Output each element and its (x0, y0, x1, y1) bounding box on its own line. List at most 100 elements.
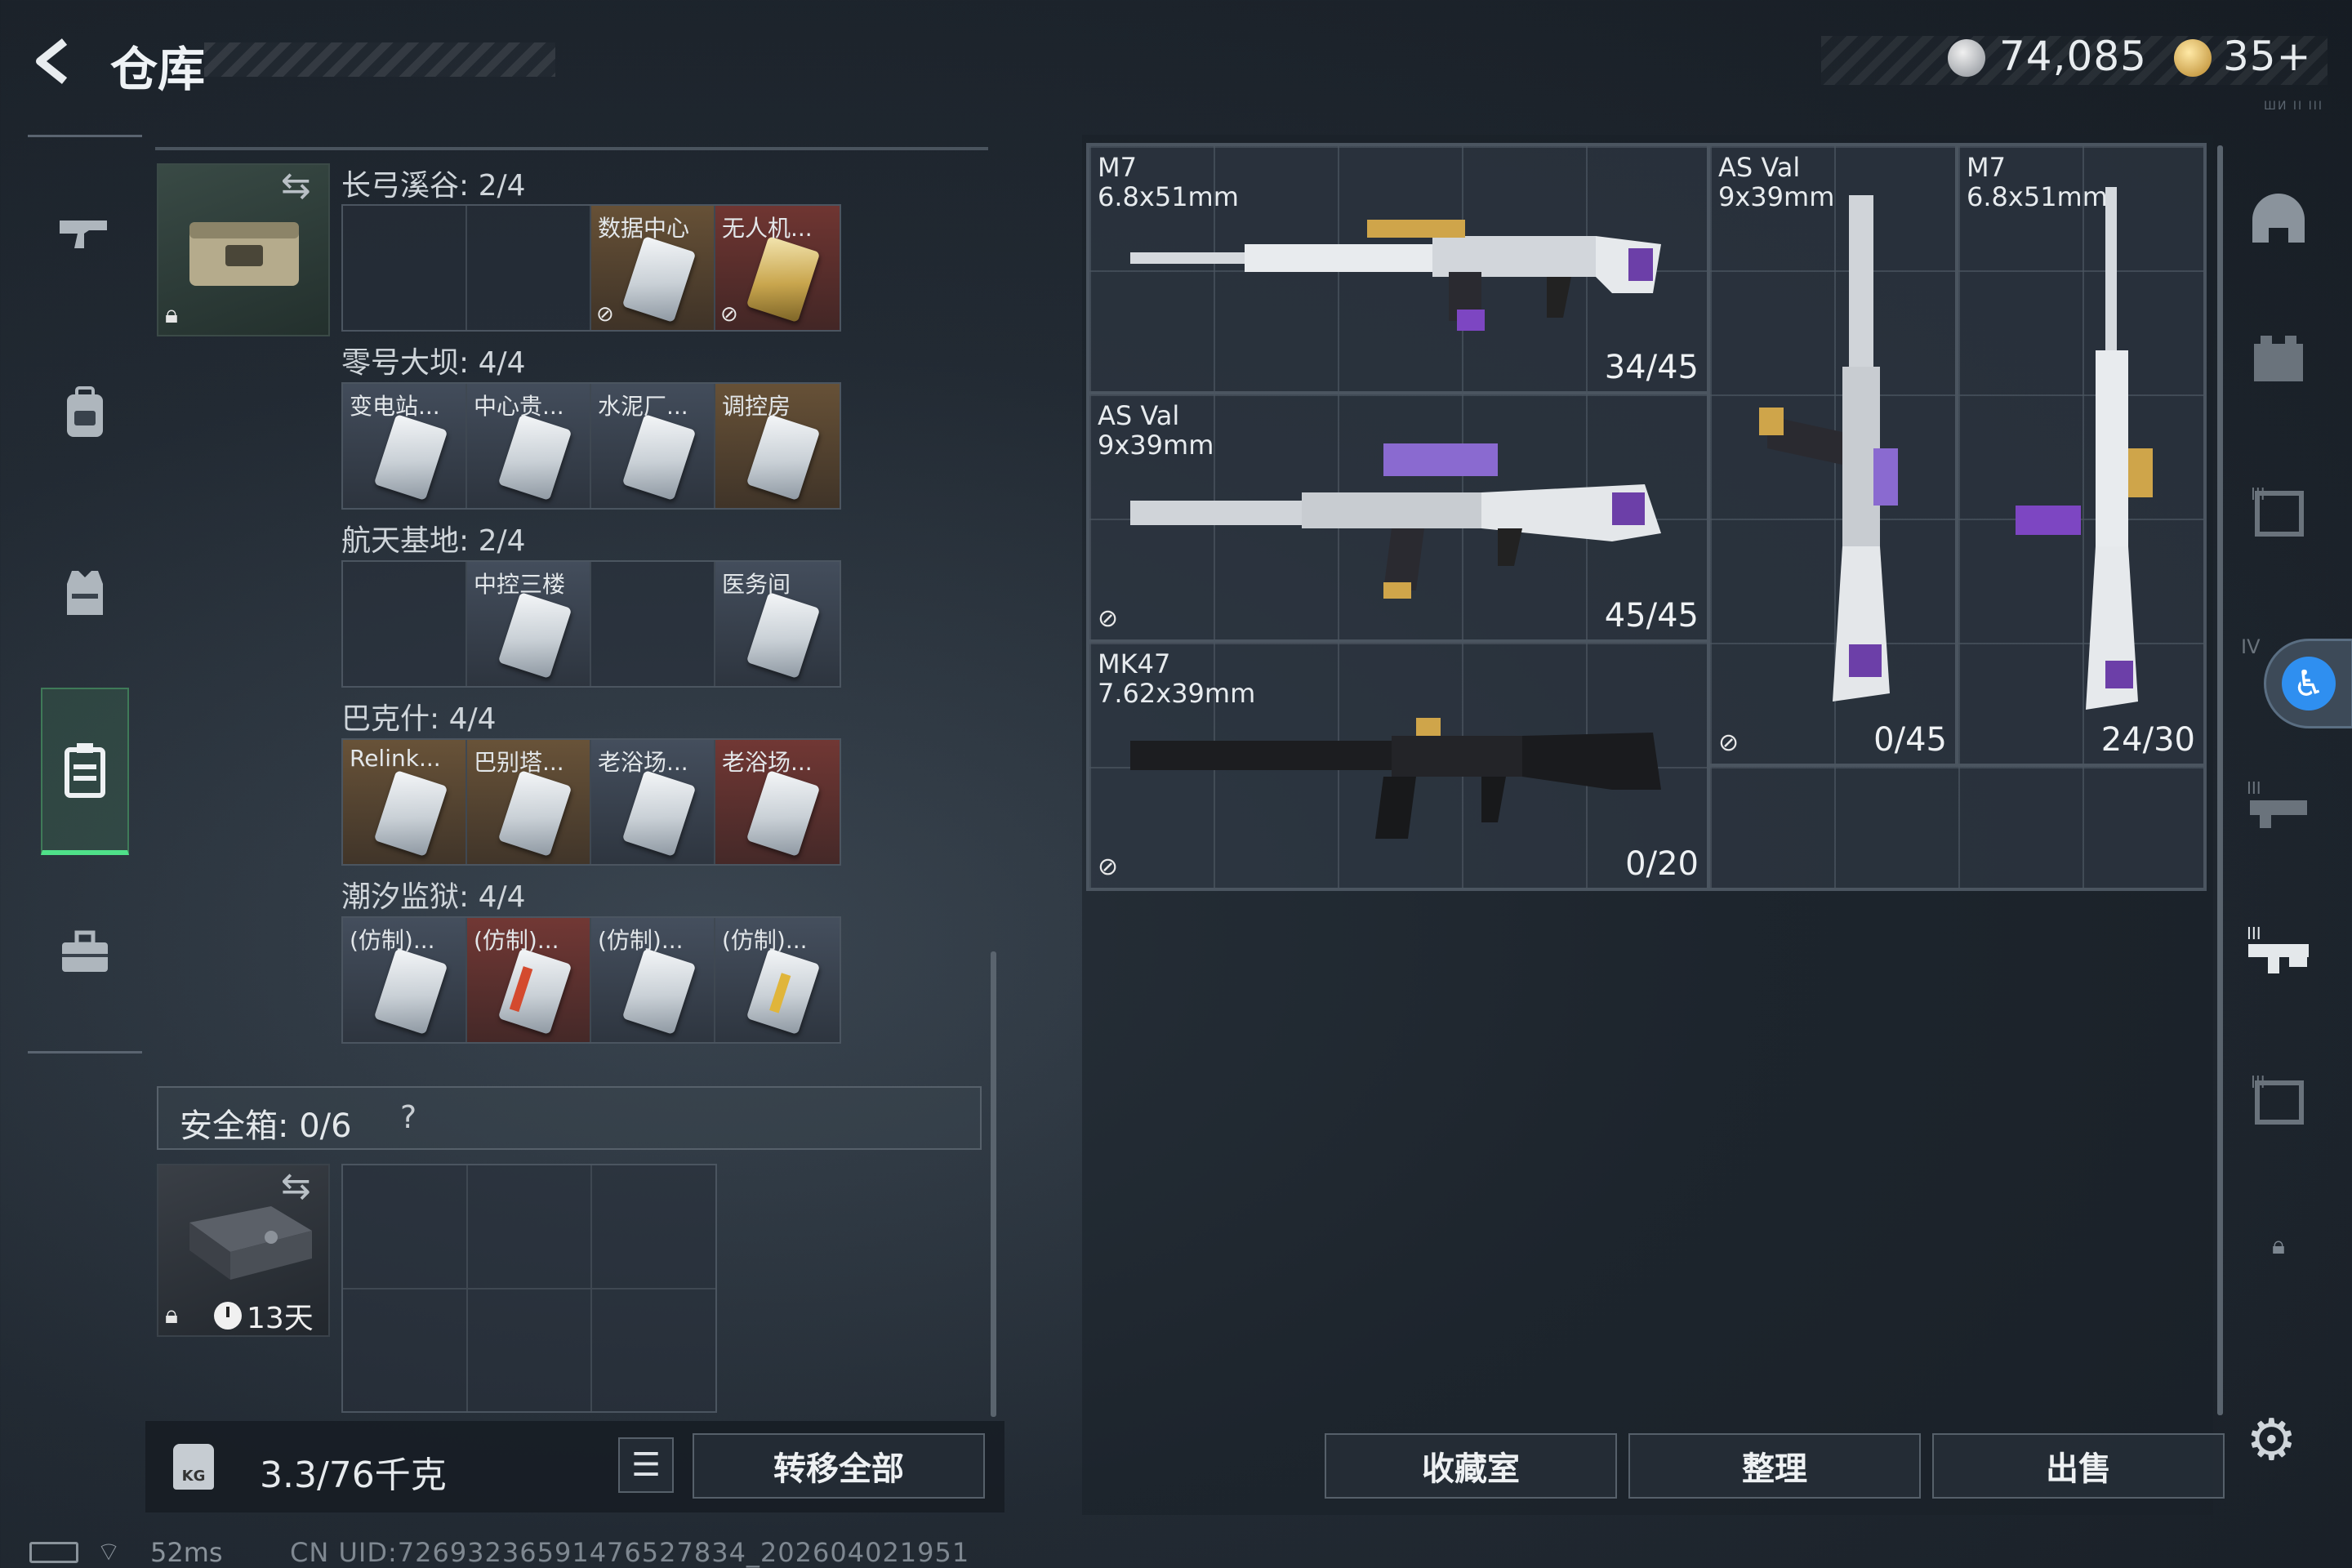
keycard-slot[interactable]: Relink... (343, 740, 467, 864)
help-icon[interactable]: ? (400, 1099, 416, 1135)
keycard-case-icon (65, 742, 105, 798)
keycard-slot[interactable]: 调控房 (715, 384, 840, 508)
weapon-slot-as-val[interactable]: AS Val 9x39mm ⊘ 45/45 (1088, 393, 1708, 641)
keycard-empty-slot[interactable] (343, 562, 467, 686)
list-view-button[interactable]: ☰ (618, 1437, 674, 1493)
transfer-all-button[interactable]: 转移全部 (693, 1433, 985, 1499)
gold-amount[interactable]: 35+ (2223, 33, 2312, 80)
accessibility-button[interactable]: ♿︎ (2264, 639, 2352, 728)
nav-chest-rig[interactable] (41, 549, 129, 637)
filter-locked[interactable]: 🔒︎ (2242, 1209, 2315, 1282)
keycard-section-title: 零号大坝: 4/4 (341, 346, 526, 380)
no-drop-icon: ⊘ (1098, 853, 1119, 881)
keycard-section-grid: Relink... 巴别塔... 老浴场... 老浴场... (341, 738, 841, 866)
keycard-slot[interactable]: 中心贵... (467, 384, 591, 508)
right-scrollbar[interactable] (2217, 145, 2223, 1415)
back-button[interactable] (24, 33, 82, 90)
keycard-wallet-slot[interactable]: ⇆ 🔒︎ (157, 163, 330, 336)
weight-icon: KG (173, 1444, 214, 1490)
wifi-icon: ⌔ (96, 1536, 122, 1567)
keycard-icon (497, 592, 572, 679)
keycard-icon (746, 236, 821, 323)
keycard-slot[interactable]: 老浴场... (591, 740, 715, 864)
keycard-slot[interactable]: 老浴场... (715, 740, 840, 864)
nav-toolbox[interactable] (41, 908, 129, 996)
header-mini-label: ШИ II III (2264, 100, 2323, 113)
mk47-rifle-icon (1130, 718, 1661, 839)
keycard-empty-slot[interactable] (467, 206, 591, 330)
weapon-empty-slot[interactable] (1708, 765, 2205, 889)
filter-armor[interactable] (2242, 323, 2315, 396)
collection-room-button[interactable]: 收藏室 (1325, 1433, 1617, 1499)
timer-value: 13天 (247, 1302, 314, 1335)
no-drop-icon: ⊘ (596, 302, 614, 327)
nav-weapons[interactable] (41, 189, 129, 278)
m7-vertical-icon (2016, 187, 2153, 710)
no-drop-icon: ⊘ (1098, 604, 1119, 633)
ammo-count: 34/45 (1604, 349, 1699, 386)
keycard-icon (746, 770, 821, 857)
keycard-section-title: 长弓溪谷: 2/4 (341, 169, 526, 203)
weapon-slot-m7[interactable]: M7 6.8x51mm 34/45 (1088, 145, 1708, 393)
keycard-label: 调控房 (722, 393, 791, 420)
keycard-icon (621, 414, 697, 501)
keycard-empty-slot[interactable] (591, 562, 715, 686)
no-drop-icon: ⊘ (720, 302, 738, 327)
nav-backpack[interactable] (41, 369, 129, 457)
swap-icon[interactable]: ⇆ (281, 165, 311, 207)
keycard-slot[interactable]: 医务间 (715, 562, 840, 686)
left-scrollbar[interactable] (991, 951, 996, 1417)
weapon-slot-as-val-vertical[interactable]: AS Val 9x39mm ⊘ 0/45 (1708, 145, 1957, 765)
keycard-icon (746, 414, 821, 501)
keycard-label: 老浴场... (722, 749, 813, 776)
settings-gear-icon[interactable]: ⚙ (2246, 1406, 2297, 1473)
weapon-slot-mk47[interactable]: MK47 7.62x39mm ⊘ 0/20 (1088, 641, 1708, 889)
keycard-icon (621, 948, 697, 1035)
keycard-icon (373, 414, 448, 501)
filter-tier-3[interactable]: III (2242, 474, 2315, 547)
silver-amount[interactable]: 74,085 (1999, 33, 2147, 80)
clock-icon (214, 1302, 242, 1330)
keycard-icon (497, 948, 572, 1035)
keycard-icon (373, 770, 448, 857)
filter-tier-3-rig[interactable]: III (2242, 768, 2315, 841)
ammo-count: 0/20 (1625, 845, 1699, 883)
keycard-section-title: 巴克什: 4/4 (341, 702, 497, 736)
keycard-icon (497, 414, 572, 501)
keycard-slot[interactable]: 巴别塔... (467, 740, 591, 864)
sell-button[interactable]: 出售 (1932, 1433, 2225, 1499)
keycard-slot[interactable]: (仿制)... (343, 918, 467, 1042)
keycard-label: 无人机... (722, 215, 813, 242)
safebox-grid[interactable] (341, 1164, 717, 1413)
keycard-icon (746, 948, 821, 1035)
keycard-slot[interactable]: (仿制)... (467, 918, 591, 1042)
weapon-slot-m7-vertical[interactable]: M7 6.8x51mm 24/30 (1957, 145, 2205, 765)
keycard-slot[interactable]: 变电站... (343, 384, 467, 508)
filter-tier-3-gun[interactable]: III (2242, 913, 2315, 987)
nav-keycard-case[interactable] (41, 688, 129, 855)
page-title: 仓库 (110, 42, 206, 97)
keycard-icon (373, 948, 448, 1035)
keycard-icon (497, 770, 572, 857)
keycard-label: 中心贵... (474, 393, 564, 420)
safebox-icon (189, 1206, 312, 1280)
keycard-slot[interactable]: 数据中心 ⊘ (591, 206, 715, 330)
backpack-icon (67, 386, 103, 437)
keycard-slot[interactable]: (仿制)... (591, 918, 715, 1042)
filter-helmet[interactable] (2242, 184, 2315, 257)
keycard-slot[interactable]: (仿制)... (715, 918, 840, 1042)
keycard-empty-slot[interactable] (343, 206, 467, 330)
keycard-label: 变电站... (350, 393, 440, 420)
toolbox-icon (62, 930, 108, 972)
keycard-slot[interactable]: 中控三楼 (467, 562, 591, 686)
keycard-slot[interactable]: 水泥厂... (591, 384, 715, 508)
keycard-section-grid: (仿制)... (仿制)... (仿制)... (仿制)... (341, 916, 841, 1044)
keycard-label: (仿制)... (350, 927, 435, 954)
sort-button[interactable]: 整理 (1628, 1433, 1921, 1499)
chest-rig-icon (67, 571, 103, 615)
gun-icon (60, 220, 107, 248)
filter-tier-3-box[interactable]: III (2242, 1062, 2315, 1135)
gold-coin-icon (2174, 39, 2212, 77)
svg-text:IV: IV (2241, 635, 2261, 658)
keycard-slot[interactable]: 无人机... ⊘ (715, 206, 840, 330)
